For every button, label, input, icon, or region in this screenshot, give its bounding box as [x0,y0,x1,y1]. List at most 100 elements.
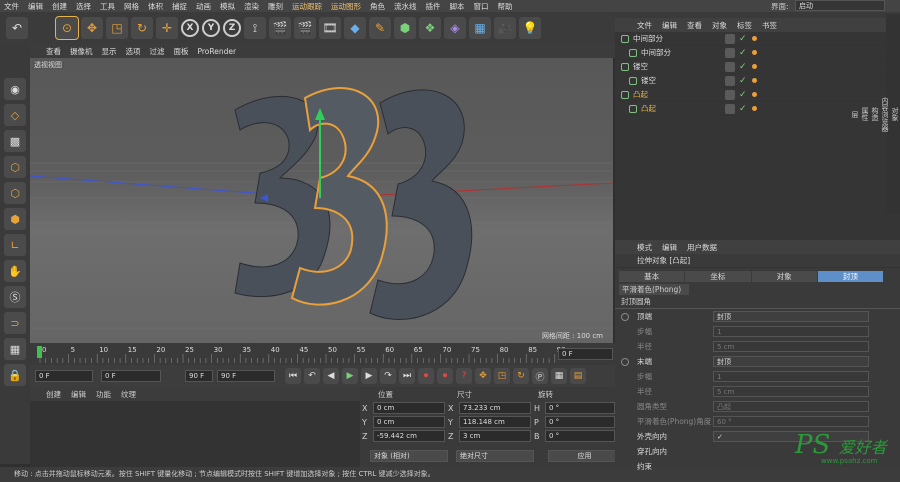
menu-item[interactable]: 脚本 [450,1,465,12]
rotation-field[interactable]: 0 ° [545,430,615,442]
viewport-menu-item[interactable]: 过滤 [150,46,165,57]
autokey-icon[interactable]: ⏺ [437,368,453,384]
size-mode-select[interactable]: 绝对尺寸 [456,450,534,462]
rotation-field[interactable]: 0 ° [545,416,615,428]
record-icon[interactable]: ⏺ [418,368,434,384]
points-mode-icon[interactable]: ⬡ [4,156,26,178]
attribute-value[interactable]: 1 [713,326,869,337]
go-end-icon[interactable]: ⏭ [399,368,415,384]
next-key-icon[interactable]: ↷ [380,368,396,384]
render-settings-icon[interactable]: 🎞 [319,17,341,39]
make-editable-icon[interactable]: ◉ [4,78,26,100]
visibility-toggle[interactable] [725,89,735,100]
start-frame-field[interactable]: 0 F [35,370,93,382]
attribute-tab[interactable]: 基本 [619,271,685,282]
material-menu-item[interactable]: 功能 [96,389,111,400]
menu-item[interactable]: 运动跟踪 [292,1,322,12]
material-menu-item[interactable]: 编辑 [71,389,86,400]
edges-mode-icon[interactable]: ⬡ [4,182,26,204]
visibility-toggle[interactable] [725,61,735,72]
radio-icon[interactable] [621,312,629,321]
attribute-value[interactable]: 5 cm [713,386,869,397]
object-menu-item[interactable]: 文件 [637,20,652,31]
menu-item[interactable]: 选择 [76,1,91,12]
render-picture-viewer-icon[interactable]: 🎬 [294,17,316,39]
position-field[interactable]: -59.442 cm [373,430,445,442]
menu-item[interactable]: 捕捉 [172,1,187,12]
viewport-menu-item[interactable]: 摄像机 [70,46,93,57]
coordinate-system-icon[interactable]: ⟟ [244,17,266,39]
rotation-field[interactable]: 0 ° [545,402,615,414]
attribute-value[interactable]: 封顶 [713,356,869,367]
enabled-check-icon[interactable]: ✓ [739,34,747,44]
move-icon[interactable]: ✥ [81,17,103,39]
floor-icon[interactable]: ▦ [469,17,491,39]
magnet-icon[interactable]: ⊃ [4,312,26,334]
tab-phong[interactable]: 平滑着色(Phong) [619,284,689,295]
menu-item[interactable]: 插件 [426,1,441,12]
tweak-icon[interactable]: ✋ [4,260,26,282]
min-frame-field[interactable]: 0 F [101,370,161,382]
render-view-icon[interactable]: 🎬 [269,17,291,39]
viewport-menu-item[interactable]: 查看 [46,46,61,57]
live-select-icon[interactable]: ⊙ [55,16,79,40]
timeline-window-icon[interactable]: ▤ [570,368,586,384]
size-field[interactable]: 3 cm [459,430,531,442]
side-tab[interactable]: 属性 [860,14,870,214]
enabled-check-icon[interactable]: ✓ [739,62,747,72]
attribute-menu-item[interactable]: 模式 [637,242,652,253]
menu-item[interactable]: 渲染 [244,1,259,12]
key-pla-icon[interactable]: ▦ [551,368,567,384]
menu-item[interactable]: 动画 [196,1,211,12]
position-field[interactable]: 0 cm [373,402,445,414]
camera-icon[interactable]: 🎥 [494,17,516,39]
layout-select[interactable]: 启动 [795,0,885,11]
side-tab[interactable]: 内容浏览器 [880,14,890,214]
apply-button[interactable]: 应用 [548,450,618,462]
object-menu-item[interactable]: 标签 [737,20,752,31]
viewport-menu-item[interactable]: ProRender [198,47,237,56]
model-mode-icon[interactable]: ◇ [4,104,26,126]
axis-mode-icon[interactable]: ∟ [4,234,26,256]
side-tab[interactable]: 构造 [870,14,880,214]
attribute-tab[interactable]: 封顶 [817,271,883,282]
next-frame-icon[interactable]: ▶ [361,368,377,384]
prev-key-icon[interactable]: ↶ [304,368,320,384]
x-axis-lock-button[interactable]: X [181,19,199,37]
play-icon[interactable]: ▶ [342,368,358,384]
keyframe-selection-icon[interactable]: ? [456,368,472,384]
visibility-toggle[interactable] [725,103,735,114]
prev-frame-icon[interactable]: ◀ [323,368,339,384]
menu-item[interactable]: 网格 [124,1,139,12]
menu-item[interactable]: 模拟 [220,1,235,12]
object-menu-item[interactable]: 查看 [687,20,702,31]
attribute-menu-item[interactable]: 编辑 [662,242,677,253]
light-icon[interactable]: 💡 [519,17,541,39]
texture-mode-icon[interactable]: ▩ [4,130,26,152]
object-menu-item[interactable]: 书签 [762,20,777,31]
visibility-toggle[interactable] [725,75,735,86]
viewport-menu-item[interactable]: 选项 [126,46,141,57]
object-menu-item[interactable]: 编辑 [662,20,677,31]
y-axis-lock-button[interactable]: Y [202,19,220,37]
attribute-tab[interactable]: 坐标 [685,271,751,282]
menu-item[interactable]: 雕刻 [268,1,283,12]
perspective-viewport[interactable]: 透视视图 网格间距 : 100 cm [30,58,613,343]
coordinate-mode-select[interactable]: 对象 (相对) [370,450,448,462]
key-scale-icon[interactable]: ◳ [494,368,510,384]
radio-icon[interactable] [621,357,629,366]
attribute-menu-item[interactable]: 用户数据 [687,242,717,253]
viewport-menu-item[interactable]: 显示 [102,46,117,57]
scale-icon[interactable]: ◳ [106,17,128,39]
viewport-menu-item[interactable]: 面板 [174,46,189,57]
attribute-value[interactable]: 60 ° [713,416,869,427]
menu-item[interactable]: 工具 [100,1,115,12]
enabled-check-icon[interactable]: ✓ [739,104,747,114]
rotate-icon[interactable]: ↻ [131,17,153,39]
go-start-icon[interactable]: ⏮ [285,368,301,384]
visibility-toggle[interactable] [725,47,735,58]
material-menu-item[interactable]: 创建 [46,389,61,400]
object-menu-item[interactable]: 对象 [712,20,727,31]
timeline[interactable]: 051015202530354045505560657075808590 0 F [30,343,615,365]
key-rotation-icon[interactable]: ↻ [513,368,529,384]
